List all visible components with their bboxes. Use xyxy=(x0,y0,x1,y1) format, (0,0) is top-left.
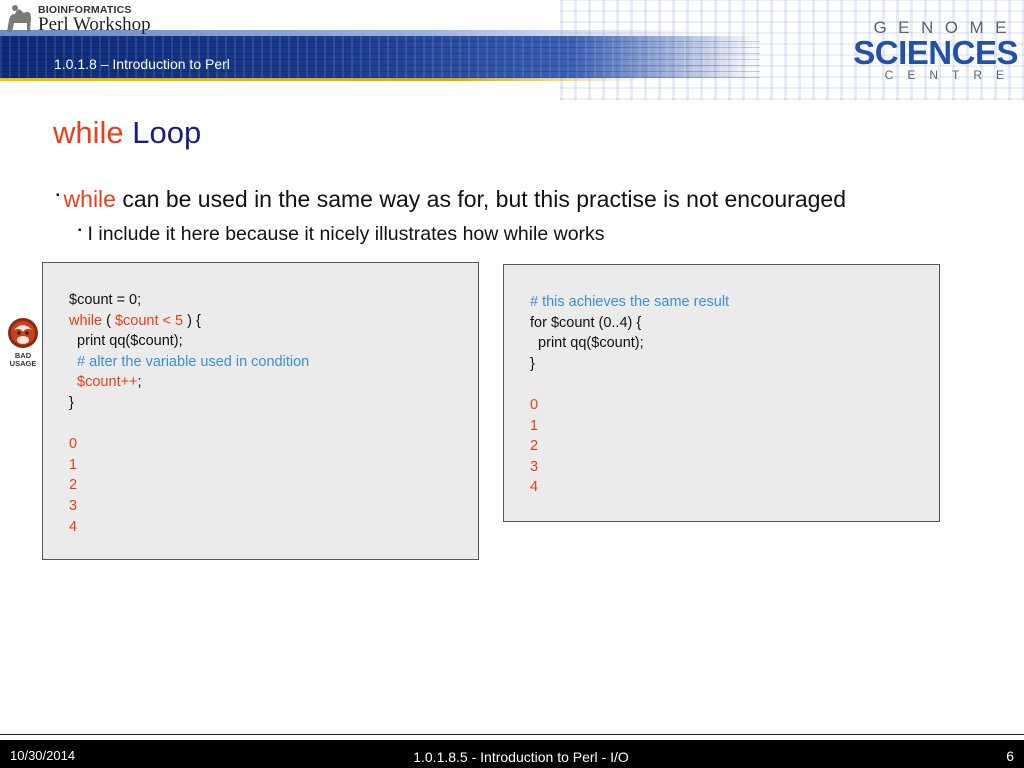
code-increment: $count++ xyxy=(69,374,138,391)
banner-yellow-stripe xyxy=(0,78,650,81)
footer-rule xyxy=(0,734,1024,735)
perl-workshop-logo: BIOINFORMATICS Perl Workshop xyxy=(4,2,164,36)
code-line: $count = 0; xyxy=(69,292,142,308)
output-line: 1 xyxy=(530,417,539,434)
bullet-marker: ▪ xyxy=(56,190,60,201)
footer-bar: 10/30/2014 1.0.1.8.5 - Introduction to P… xyxy=(0,740,1024,768)
header-banner: BIOINFORMATICS Perl Workshop 1.0.1.8 – I… xyxy=(0,0,1024,100)
output-line: 0 xyxy=(530,396,539,413)
code-comment: # alter the variable used in condition xyxy=(69,353,310,370)
genome-sciences-centre-logo: GENOME SCIENCES CENTRE xyxy=(853,16,1020,88)
footer-title: 1.0.1.8.5 - Introduction to Perl - I/O xyxy=(413,749,629,765)
output-line: 3 xyxy=(69,497,78,514)
code-text: ( xyxy=(102,312,115,329)
output-line: 4 xyxy=(530,479,539,496)
bullet-2-text: I include it here because it nicely illu… xyxy=(87,223,605,245)
code-line: print qq($count); xyxy=(530,335,644,352)
code-line: while ( $count < 5 ) { xyxy=(69,311,478,332)
output-line: 4 xyxy=(69,518,78,535)
code-box-while: $count = 0; while ( $count < 5 ) { print… xyxy=(42,262,479,560)
page-number: 6 xyxy=(1006,748,1014,764)
code-line: print qq($count); xyxy=(69,333,183,350)
title-keyword: while xyxy=(53,115,124,150)
bullet-1-keyword: while xyxy=(63,186,116,212)
bad-usage-icon xyxy=(8,318,38,348)
badge-text: BAD USAGE xyxy=(4,352,42,368)
slide-title: while Loop xyxy=(53,115,201,151)
bullet-1: ▪ while can be used in the same way as fo… xyxy=(56,186,846,213)
bad-usage-badge: BAD USAGE xyxy=(4,316,42,372)
bullet-1-text: can be used in the same way as for, but … xyxy=(122,186,847,212)
output-line: 0 xyxy=(69,436,78,453)
output-line: 2 xyxy=(530,438,539,455)
gsc-mid-text: SCIENCES xyxy=(853,34,1018,71)
code-keyword: while xyxy=(69,312,103,329)
badge-line-2: USAGE xyxy=(9,359,37,368)
code-condition: $count < 5 xyxy=(114,312,184,329)
gsc-bottom-text: CENTRE xyxy=(884,68,1018,82)
code-line: } xyxy=(530,355,535,372)
logo-big-text: Perl Workshop xyxy=(38,14,151,35)
code-line: for $count (0..4) { xyxy=(530,314,642,331)
code-text: ; xyxy=(137,374,142,391)
course-label: 1.0.1.8 – Introduction to Perl xyxy=(54,56,230,72)
code-line: } xyxy=(69,394,74,411)
camel-icon xyxy=(7,5,31,32)
bullet-2: ▪ I include it here because it nicely ill… xyxy=(78,223,605,246)
code-line: $count++; xyxy=(69,372,478,393)
title-rest: Loop xyxy=(132,115,202,150)
code-box-for: # this achieves the same result for $cou… xyxy=(503,264,940,522)
code-text: ) { xyxy=(183,312,201,329)
output-line: 3 xyxy=(530,458,539,475)
code-comment: # this achieves the same result xyxy=(530,294,730,310)
bullet-marker: ▪ xyxy=(78,225,82,236)
output-line: 2 xyxy=(69,477,78,494)
output-line: 1 xyxy=(69,456,78,473)
